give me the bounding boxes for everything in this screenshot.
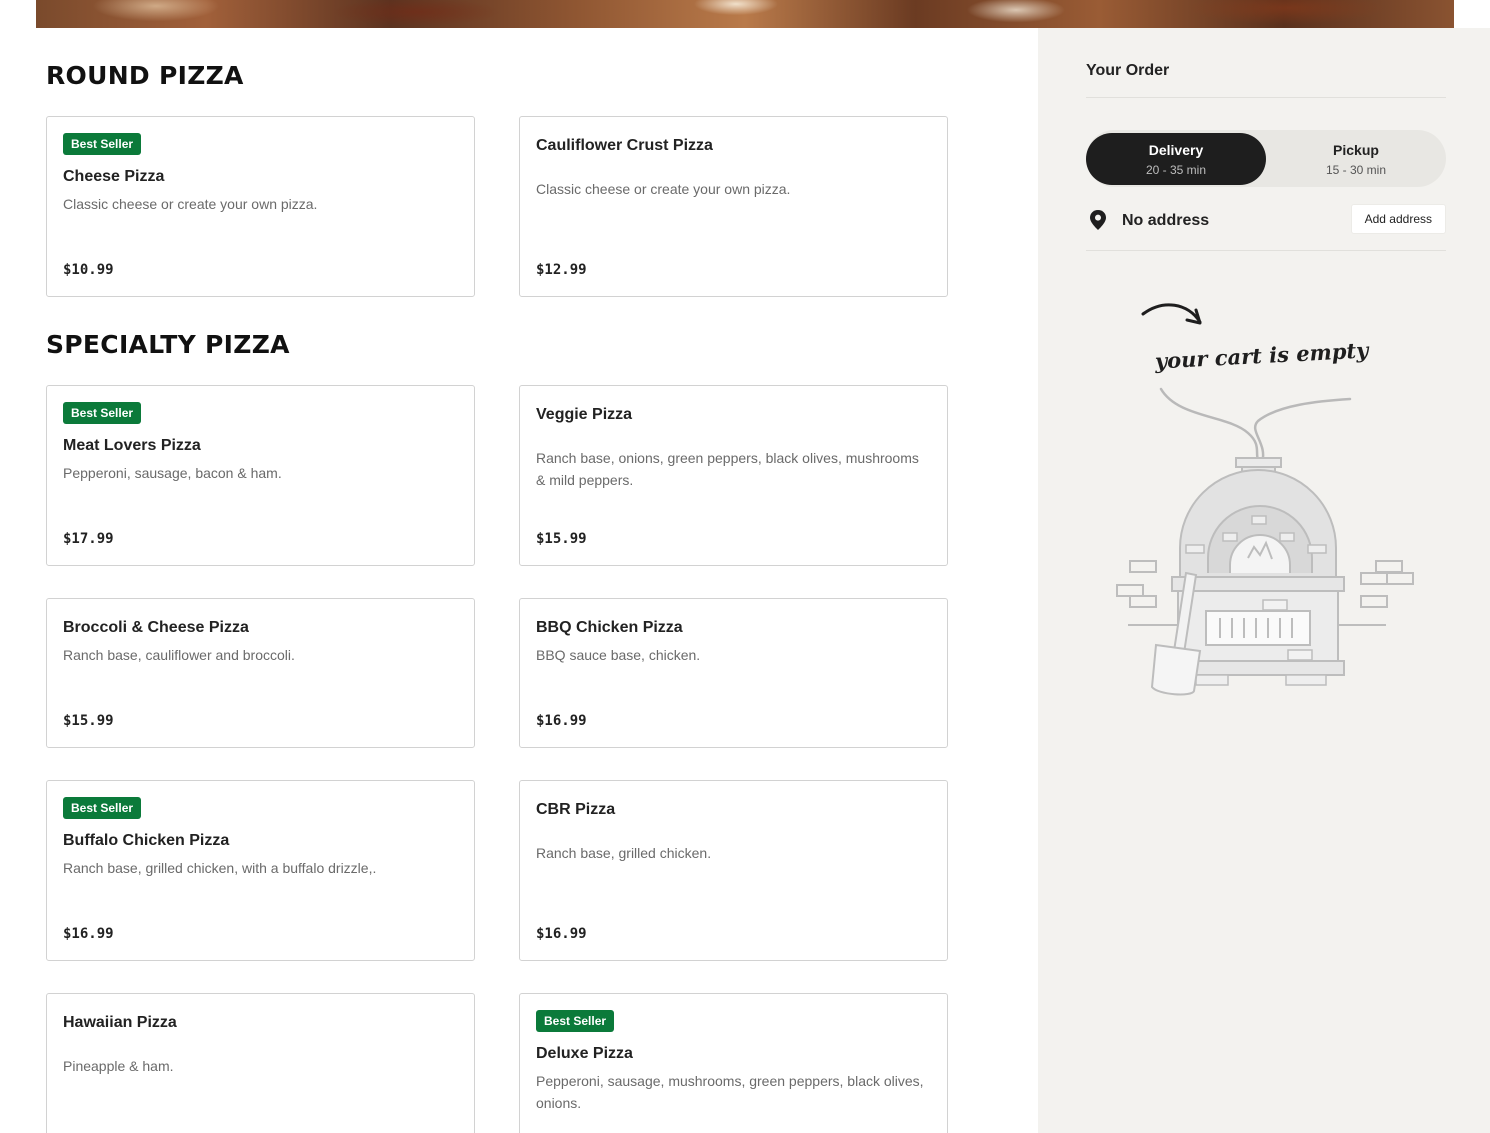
menu-item-description: Pineapple & ham. (63, 1058, 174, 1074)
delivery-label: Delivery (1148, 142, 1204, 158)
menu-item-description: Pepperoni, sausage, bacon & ham. (63, 465, 282, 481)
menu-item-price: $16.99 (536, 926, 587, 942)
menu-item-name: Hawaiian Pizza (63, 1014, 177, 1031)
order-sidebar: Your Order Delivery 20 - 35 min Pickup 1… (1038, 28, 1490, 1133)
menu-item-name: Buffalo Chicken Pizza (63, 832, 230, 849)
section-title-specialty-pizza: SPECIALTY PIZZA (46, 330, 290, 359)
menu-item-price: $15.99 (63, 713, 114, 729)
divider (1086, 97, 1446, 98)
delivery-option[interactable]: Delivery 20 - 35 min (1086, 133, 1266, 185)
menu-item-card[interactable]: Veggie Pizza Ranch base, onions, green p… (519, 385, 948, 566)
section-title-round-pizza: ROUND PIZZA (46, 61, 244, 90)
menu-item-description: Ranch base, grilled chicken, with a buff… (63, 860, 377, 876)
order-title: Your Order (1086, 62, 1170, 79)
menu-item-name: Deluxe Pizza (536, 1045, 633, 1062)
menu-item-description: Ranch base, cauliflower and broccoli. (63, 647, 295, 663)
menu-item-name: Broccoli & Cheese Pizza (63, 619, 249, 636)
menu-item-name: Veggie Pizza (536, 406, 633, 423)
menu-item-name: CBR Pizza (536, 801, 616, 818)
menu-item-card[interactable]: CBR Pizza Ranch base, grilled chicken. $… (519, 780, 948, 961)
menu-item-description: Ranch base, grilled chicken. (536, 845, 712, 861)
menu-item-description: Classic cheese or create your own pizza. (63, 196, 318, 212)
menu-item-card[interactable]: Best Seller Cheese Pizza Classic cheese … (46, 116, 475, 297)
hero-image (36, 0, 1454, 28)
menu-item-name: Cauliflower Crust Pizza (536, 137, 713, 154)
menu-item-price: $12.99 (536, 262, 587, 278)
divider (1086, 250, 1446, 251)
best-seller-badge: Best Seller (63, 797, 142, 819)
address-text: No address (1122, 212, 1210, 229)
menu-item-price: $16.99 (536, 713, 587, 729)
menu-item-description: Classic cheese or create your own pizza. (536, 181, 791, 197)
menu-item-card[interactable]: BBQ Chicken Pizza BBQ sauce base, chicke… (519, 598, 948, 748)
add-address-button[interactable]: Add address (1350, 204, 1446, 234)
best-seller-badge: Best Seller (63, 402, 142, 424)
address-row: No address Add address (1086, 204, 1446, 236)
menu-item-description: BBQ sauce base, chicken. (536, 647, 701, 663)
fulfillment-toggle: Delivery 20 - 35 min Pickup 15 - 30 min (1086, 130, 1446, 187)
menu-item-card[interactable]: Hawaiian Pizza Pineapple & ham. (46, 993, 475, 1133)
menu-item-card[interactable]: Best Seller Deluxe Pizza Pepperoni, saus… (519, 993, 948, 1133)
best-seller-badge: Best Seller (536, 1010, 615, 1032)
menu-item-name: Cheese Pizza (63, 168, 165, 185)
menu-item-card[interactable]: Cauliflower Crust Pizza Classic cheese o… (519, 116, 948, 297)
menu-item-card[interactable]: Broccoli & Cheese Pizza Ranch base, caul… (46, 598, 475, 748)
menu-item-price: $15.99 (536, 531, 587, 547)
menu-item-description: Pepperoni, sausage, mushrooms, green pep… (536, 1073, 924, 1111)
delivery-time: 20 - 35 min (1145, 163, 1207, 177)
pickup-label: Pickup (1333, 142, 1379, 158)
menu-item-card[interactable]: Best Seller Meat Lovers Pizza Pepperoni,… (46, 385, 475, 566)
empty-cart-illustration: your cart is empty (1116, 303, 1414, 696)
best-seller-badge: Best Seller (63, 133, 142, 155)
map-pin-icon (1088, 209, 1108, 236)
menu-item-name: Meat Lovers Pizza (63, 437, 201, 454)
empty-cart-message: your cart is empty (1153, 337, 1370, 373)
curved-arrow-icon (1141, 303, 1202, 324)
pickup-time: 15 - 30 min (1325, 163, 1387, 177)
menu-item-price: $17.99 (63, 531, 114, 547)
menu-item-card[interactable]: Best Seller Buffalo Chicken Pizza Ranch … (46, 780, 475, 961)
menu-item-name: BBQ Chicken Pizza (536, 619, 683, 636)
menu-item-description: Ranch base, onions, green peppers, black… (536, 450, 919, 488)
pickup-option[interactable]: Pickup 15 - 30 min (1266, 133, 1446, 185)
menu-item-price: $16.99 (63, 926, 114, 942)
menu-item-price: $10.99 (63, 262, 114, 278)
